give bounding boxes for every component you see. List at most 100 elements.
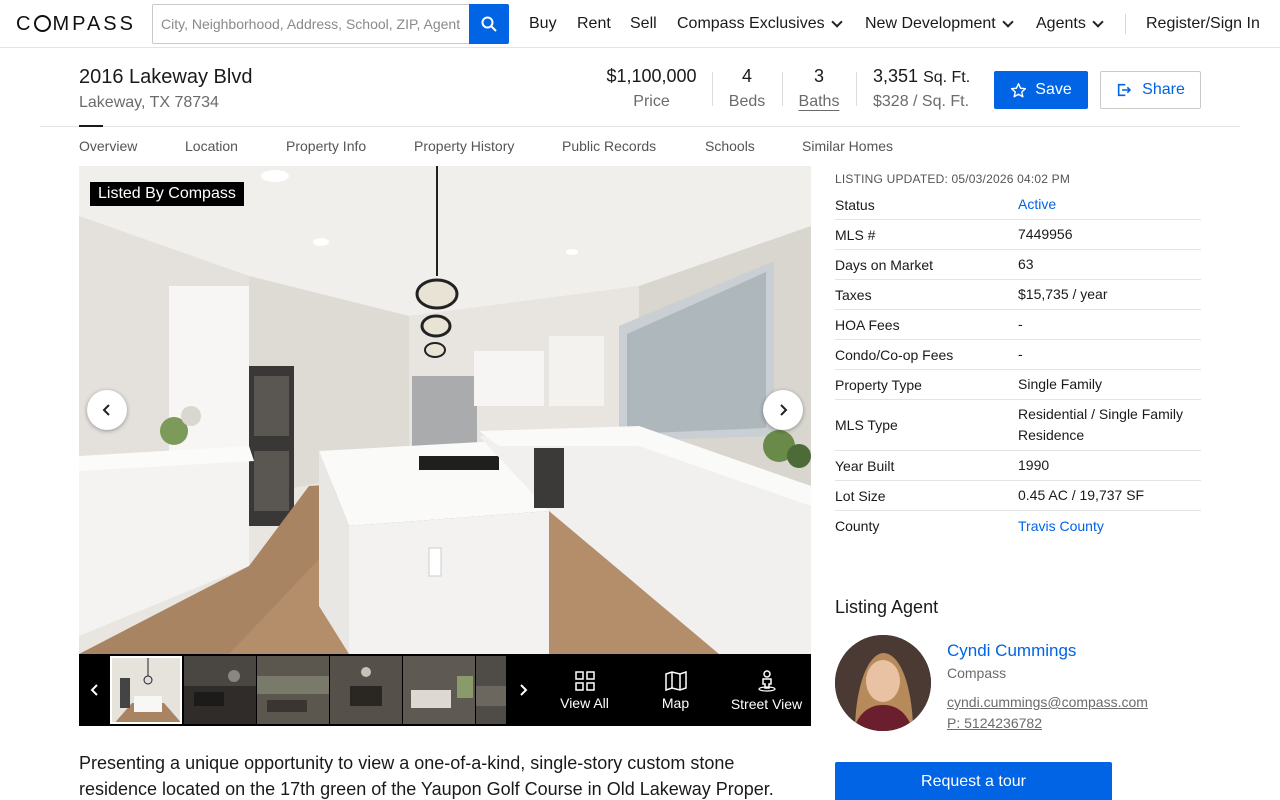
detail-row-condo-fees: Condo/Co-op Fees -	[835, 340, 1201, 370]
chevron-down-icon	[830, 16, 843, 28]
tab-schools[interactable]: Schools	[705, 138, 755, 154]
nav-divider	[1125, 14, 1126, 34]
thumbnails-next-button[interactable]	[506, 654, 539, 726]
detail-key: MLS #	[835, 226, 876, 243]
photo-prev-button[interactable]	[87, 390, 127, 430]
nav-sell[interactable]: Sell	[630, 0, 657, 48]
beds-label: Beds	[728, 93, 766, 110]
save-button[interactable]: Save	[994, 71, 1088, 109]
nav-agents[interactable]: Agents	[1036, 0, 1104, 48]
tab-overview[interactable]: Overview	[79, 138, 137, 154]
detail-row-days-on-market: Days on Market 63	[835, 250, 1201, 280]
listing-details-table: Status Active MLS # 7449956 Days on Market…	[835, 190, 1201, 541]
thumbnail-kitchen[interactable]	[110, 656, 182, 724]
price-label: Price	[633, 93, 670, 110]
view-all-label: View All	[560, 695, 609, 711]
search-icon	[481, 16, 497, 32]
nav-agents-label: Agents	[1036, 15, 1086, 32]
grid-icon	[574, 671, 595, 691]
street-view-button[interactable]: Street View	[722, 656, 811, 726]
listing-agent-heading: Listing Agent	[835, 597, 939, 617]
baths-value: 3	[813, 66, 824, 86]
baths-stat[interactable]: 3 Baths	[797, 66, 841, 111]
thumbnail-dining-room-image	[330, 656, 402, 724]
detail-row-taxes: Taxes $15,735 / year	[835, 280, 1201, 310]
map-label: Map	[661, 695, 690, 711]
thumbnail-family-room[interactable]	[257, 656, 329, 724]
header-divider	[40, 126, 1240, 127]
nav-new-dev-label: New Development	[865, 15, 996, 32]
thumbnail-bedroom[interactable]	[403, 656, 475, 724]
chevron-right-icon	[780, 404, 788, 416]
detail-value: $15,735 / year	[1018, 286, 1108, 302]
detail-value: 0.45 AC / 19,737 SF	[1018, 487, 1145, 503]
thumbnails-prev-button[interactable]	[79, 654, 110, 726]
share-button[interactable]: Share	[1100, 71, 1201, 109]
status-link[interactable]: Active	[1018, 190, 1201, 219]
listing-address: 2016 Lakeway Blvd	[79, 66, 253, 88]
thumbnail-next-partial[interactable]	[476, 656, 506, 724]
save-label: Save	[1035, 81, 1072, 98]
nav-buy-label: Buy	[529, 15, 557, 32]
nav-buy[interactable]: Buy	[529, 0, 557, 48]
stat-divider	[712, 72, 713, 106]
price-per-sqft: $328 / Sq. Ft.	[873, 93, 970, 110]
baths-label[interactable]: Baths	[797, 93, 841, 111]
register-signin-link[interactable]: Register/Sign In	[1146, 0, 1260, 48]
agent-company: Compass	[947, 665, 1007, 681]
agent-avatar[interactable]	[835, 635, 931, 731]
nav-sell-label: Sell	[630, 15, 657, 32]
nav-rent[interactable]: Rent	[577, 0, 611, 48]
detail-row-lot-size: Lot Size 0.45 AC / 19,737 SF	[835, 481, 1201, 511]
nav-new-development[interactable]: New Development	[865, 0, 1014, 48]
detail-value: -	[1018, 316, 1023, 332]
photo-next-button[interactable]	[763, 390, 803, 430]
nav-compass-exclusives[interactable]: Compass Exclusives	[677, 0, 843, 48]
listing-main-photo[interactable]	[79, 166, 811, 654]
view-all-button[interactable]: View All	[540, 656, 629, 726]
chevron-left-icon	[102, 404, 110, 416]
active-tab-indicator	[79, 125, 103, 127]
agent-name-link[interactable]: Cyndi Cummings	[947, 641, 1076, 661]
search-button[interactable]	[469, 4, 509, 44]
tab-location[interactable]: Location	[185, 138, 238, 154]
detail-value: Single Family	[1018, 376, 1103, 392]
thumbnail-dining-room[interactable]	[330, 656, 402, 724]
search-input[interactable]	[152, 4, 470, 44]
chevron-down-icon	[1092, 16, 1104, 28]
agent-email-link[interactable]: cyndi.cummings@compass.com	[947, 694, 1148, 710]
thumbnail-living-room[interactable]	[184, 656, 256, 724]
agent-phone-link[interactable]: P: 5124236782	[947, 715, 1042, 731]
street-view-person-icon	[757, 670, 776, 692]
price-stat: $1,100,000 Price	[606, 66, 697, 111]
map-button[interactable]: Map	[631, 656, 720, 726]
detail-key: Property Type	[835, 376, 922, 393]
thumbnail-strip: View All Map Street View	[79, 654, 811, 726]
detail-key: Lot Size	[835, 487, 886, 504]
sqft-unit: Sq. Ft.	[923, 69, 971, 86]
detail-value: -	[1018, 346, 1023, 362]
tab-property-history[interactable]: Property History	[414, 138, 514, 154]
detail-row-mls-type: MLS Type Residential / Single Family Resi…	[835, 400, 1201, 451]
stat-divider	[782, 72, 783, 106]
listing-updated: LISTING UPDATED: 05/03/2026 04:02 PM	[835, 172, 1071, 186]
county-link[interactable]: Travis County	[1018, 512, 1201, 541]
chevron-left-icon	[90, 684, 98, 696]
detail-key: Year Built	[835, 457, 895, 474]
beds-stat: 4 Beds	[727, 66, 767, 111]
request-tour-button[interactable]: Request a tour	[835, 762, 1112, 800]
map-icon	[664, 671, 687, 691]
thumbnail-bedroom-image	[403, 656, 475, 724]
detail-row-status: Status Active	[835, 190, 1201, 220]
nav-rent-label: Rent	[577, 15, 611, 32]
tab-property-info[interactable]: Property Info	[286, 138, 366, 154]
street-view-label: Street View	[730, 696, 803, 712]
detail-key: MLS Type	[835, 417, 898, 433]
compass-logo[interactable]: C MPASS	[16, 13, 136, 36]
tab-similar-homes[interactable]: Similar Homes	[802, 138, 893, 154]
tab-public-records[interactable]: Public Records	[562, 138, 656, 154]
detail-value: Residential / Single Family Residence	[1018, 406, 1183, 443]
detail-key: Status	[835, 196, 875, 213]
detail-row-mls: MLS # 7449956	[835, 220, 1201, 250]
detail-key: Days on Market	[835, 256, 934, 273]
